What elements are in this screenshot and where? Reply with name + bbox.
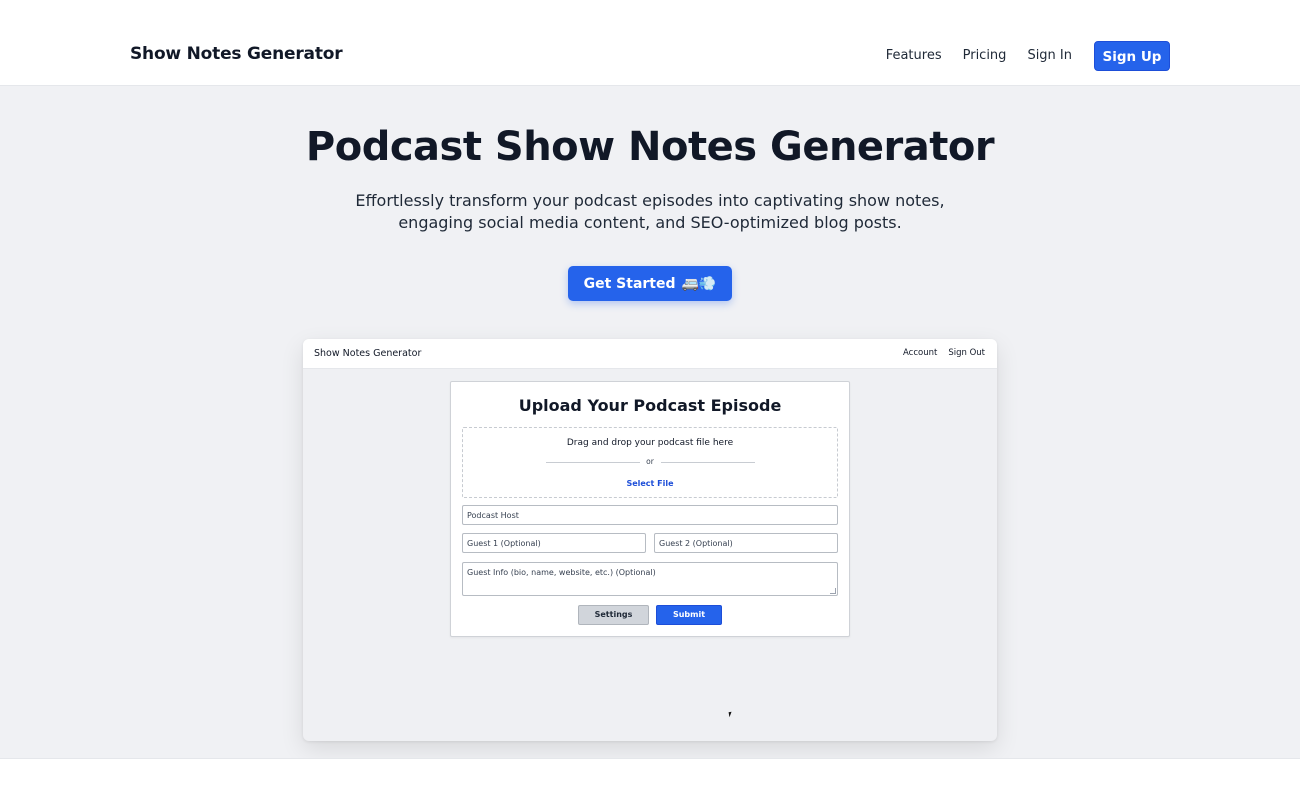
brand-logo[interactable]: Show Notes Generator	[130, 44, 343, 64]
mouse-cursor-icon	[728, 711, 733, 718]
preview-settings-button: Settings	[578, 605, 649, 625]
van-dash-icon: 🚐💨	[681, 275, 717, 292]
nav-link-features[interactable]: Features	[886, 41, 942, 71]
nav-link-sign-in[interactable]: Sign In	[1027, 41, 1072, 71]
app-preview-screenshot: Show Notes Generator Account Sign Out Up…	[303, 339, 997, 741]
preview-navbar: Show Notes Generator Account Sign Out	[303, 339, 997, 369]
preview-submit-button: Submit	[656, 605, 722, 625]
upload-card-title: Upload Your Podcast Episode	[518, 396, 782, 415]
guest-1-field: Guest 1 (Optional)	[462, 533, 646, 553]
preview-brand: Show Notes Generator	[314, 348, 422, 359]
hero-title: Podcast Show Notes Generator	[305, 124, 995, 170]
divider-right	[661, 462, 755, 463]
guest-info-textarea: Guest Info (bio, name, website, etc.) (O…	[462, 562, 838, 596]
hero-section: Podcast Show Notes Generator Effortlessl…	[0, 86, 1300, 758]
file-dropzone: Drag and drop your podcast file here or …	[462, 427, 838, 498]
dropzone-or: or	[646, 457, 654, 466]
preview-sign-out-link: Sign Out	[948, 348, 985, 358]
dropzone-instructions: Drag and drop your podcast file here	[566, 438, 734, 448]
page-footer-edge	[0, 758, 1300, 788]
hero-subtitle: Effortlessly transform your podcast epis…	[355, 191, 945, 232]
upload-card: Upload Your Podcast Episode Drag and dro…	[450, 381, 850, 637]
preview-account-link: Account	[903, 348, 938, 358]
preview-nav-links: Account Sign Out	[892, 348, 985, 358]
nav-link-pricing[interactable]: Pricing	[963, 41, 1007, 71]
guest-info-placeholder: Guest Info (bio, name, website, etc.) (O…	[467, 568, 656, 577]
podcast-host-field: Podcast Host	[462, 505, 838, 525]
guest-2-field: Guest 2 (Optional)	[654, 533, 838, 553]
top-navbar: Show Notes Generator Features Pricing Si…	[0, 0, 1300, 86]
nav-links: Features Pricing Sign In Sign Up	[865, 41, 1170, 71]
select-file-link: Select File	[626, 479, 674, 488]
sign-up-button[interactable]: Sign Up	[1094, 41, 1170, 71]
get-started-button[interactable]: Get Started 🚐💨	[568, 266, 732, 301]
get-started-label: Get Started	[583, 275, 676, 292]
resize-handle-icon	[830, 588, 836, 594]
